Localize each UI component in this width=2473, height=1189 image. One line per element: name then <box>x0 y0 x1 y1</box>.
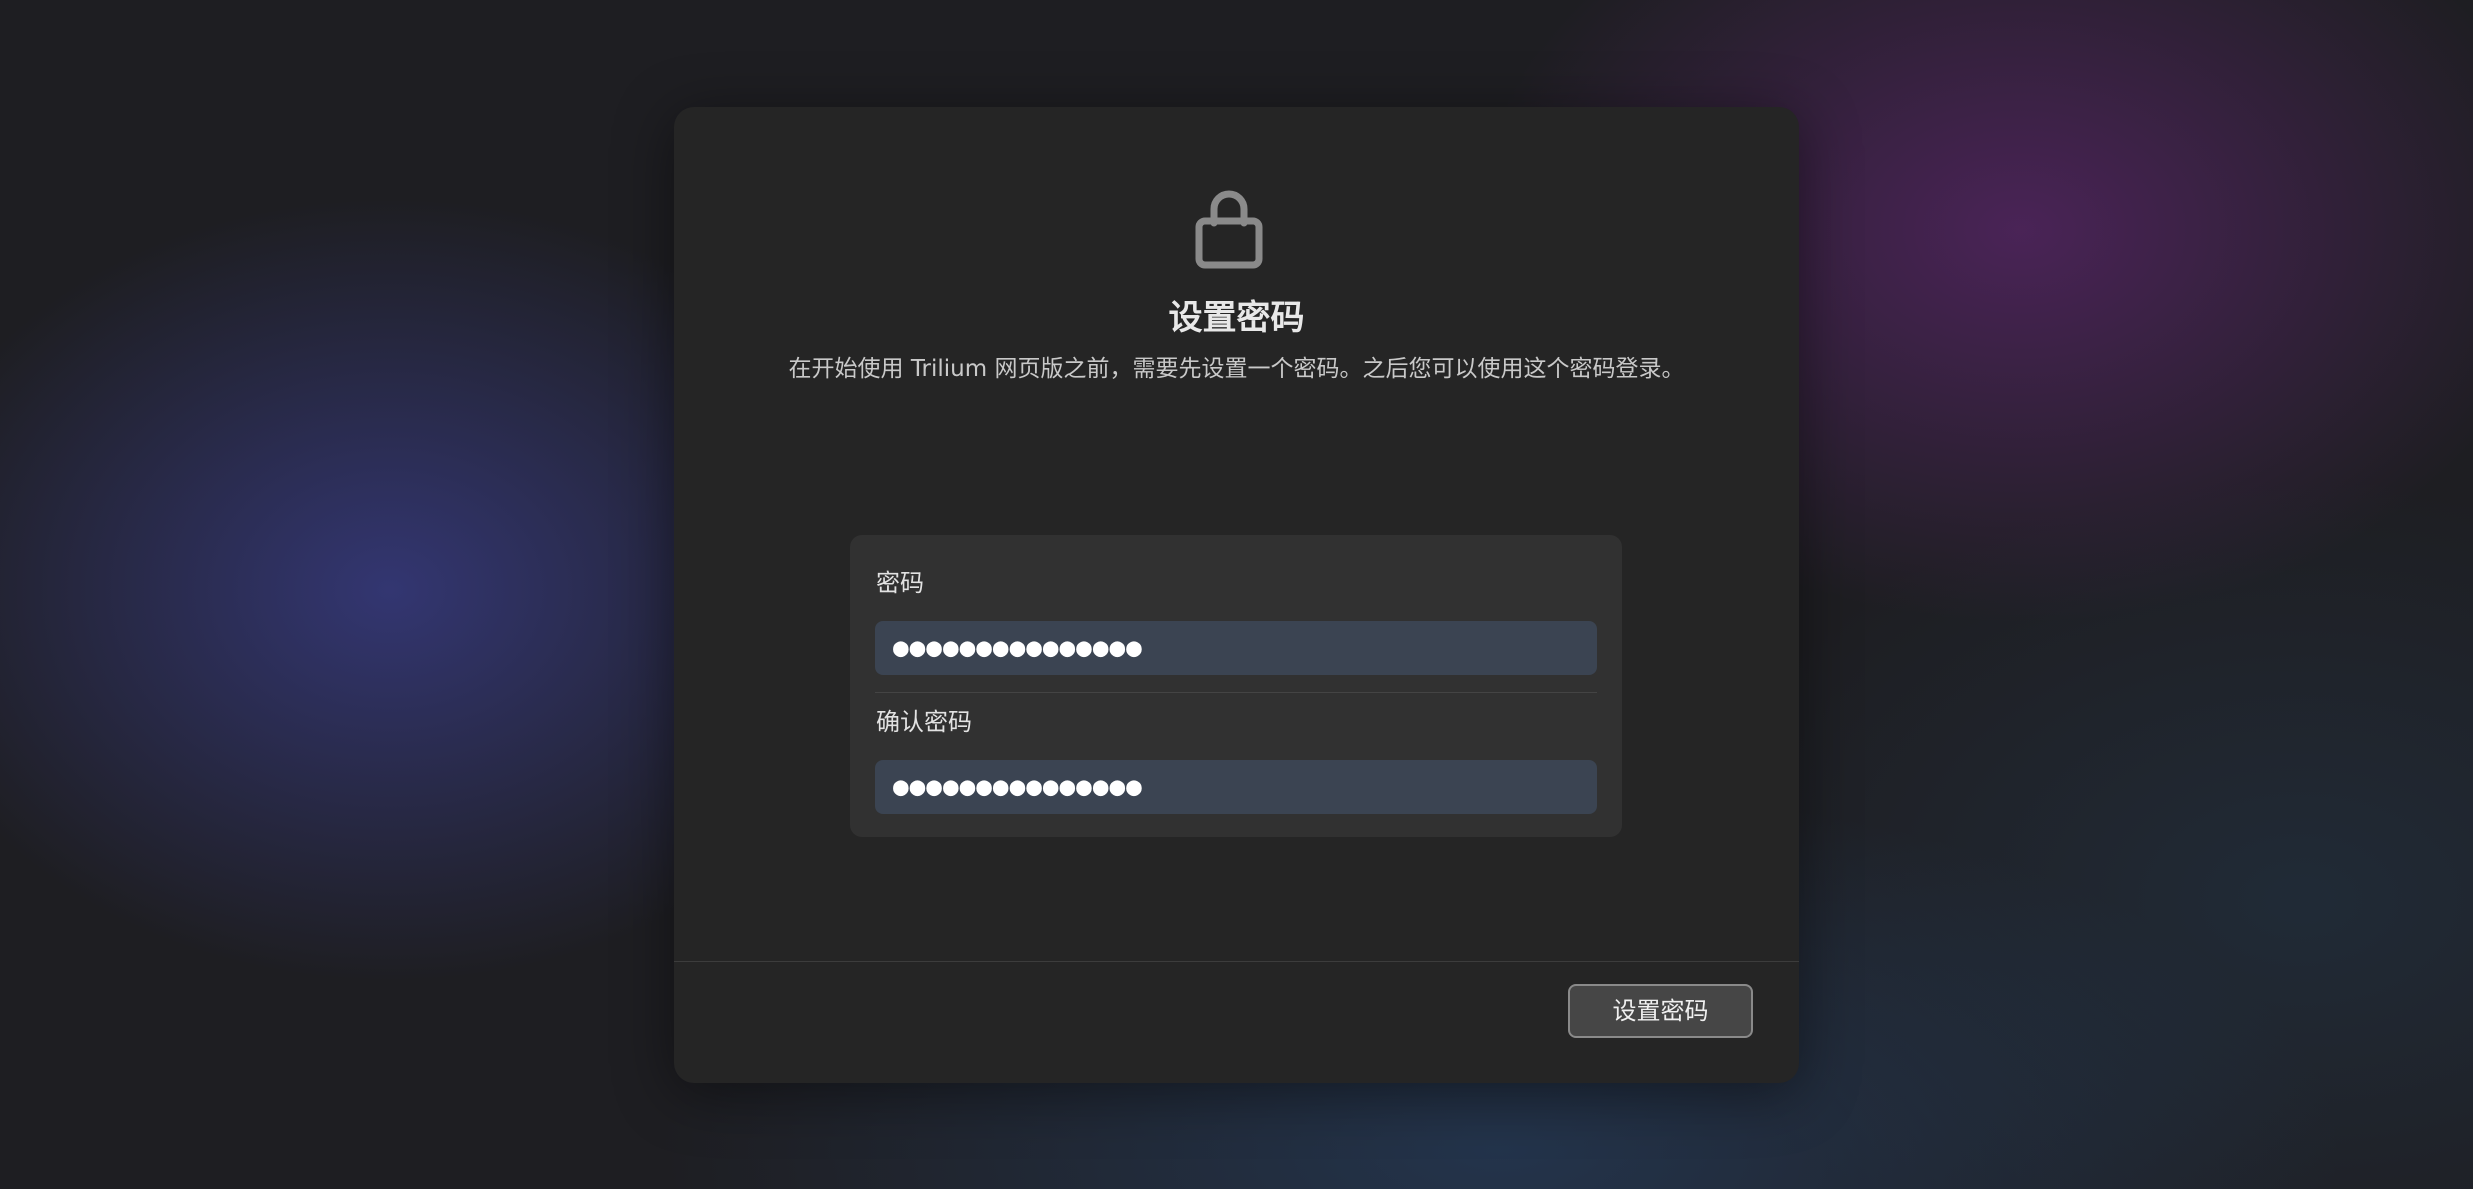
field-divider <box>875 692 1597 693</box>
dialog-description: 在开始使用 Trilium 网页版之前，需要先设置一个密码。之后您可以使用这个密… <box>788 356 1685 382</box>
password-input[interactable] <box>875 621 1597 675</box>
confirm-password-input[interactable] <box>875 760 1597 814</box>
set-password-button[interactable]: 设置密码 <box>1568 984 1753 1038</box>
setup-password-dialog: 设置密码 在开始使用 Trilium 网页版之前，需要先设置一个密码。之后您可以… <box>674 107 1799 1083</box>
password-form: 密码 确认密码 <box>850 535 1622 837</box>
password-label: 密码 <box>876 569 924 597</box>
dialog-title: 设置密码 <box>1168 298 1305 338</box>
confirm-password-label: 确认密码 <box>876 708 972 736</box>
lock-icon <box>1195 190 1263 269</box>
footer-divider <box>674 961 1799 962</box>
